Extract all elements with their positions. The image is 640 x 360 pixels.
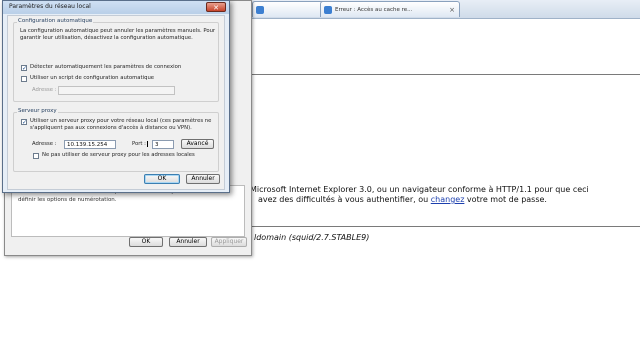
- page-text-line-2: avez des difficultés à vous authentifier…: [258, 195, 547, 204]
- use-proxy-label[interactable]: Utiliser un serveur proxy pour votre rés…: [30, 118, 211, 125]
- page-text: votre mot de passe.: [464, 195, 547, 204]
- use-proxy-checkbox[interactable]: ✓: [21, 119, 28, 126]
- proxy-port-input[interactable]: [152, 140, 174, 149]
- script-address-label: Adresse :: [32, 87, 57, 93]
- proxy-address-label: Adresse :: [32, 141, 57, 147]
- divider: [250, 74, 640, 75]
- browser-tab-strip: Erreur : Accès au cache re... ×: [250, 0, 640, 19]
- text-cursor: [147, 141, 148, 147]
- proxy-address-input[interactable]: [64, 140, 116, 149]
- page-icon: [324, 6, 332, 14]
- page-icon: [256, 6, 264, 14]
- auto-script-checkbox[interactable]: [21, 76, 27, 82]
- divider: [250, 226, 640, 227]
- cancel-button[interactable]: Annuler: [186, 174, 220, 184]
- apply-button[interactable]: Appliquer: [211, 237, 247, 247]
- page-text-line-1: Microsoft Internet Explorer 3.0, ou un n…: [250, 185, 589, 194]
- bypass-local-label[interactable]: Ne pas utiliser de serveur proxy pour le…: [42, 152, 195, 159]
- check-icon: ✓: [22, 65, 28, 72]
- close-tab-icon[interactable]: ×: [449, 2, 455, 17]
- dialog-body: Configuration automatique La configurati…: [7, 15, 225, 190]
- group-title: Serveur proxy: [17, 108, 58, 114]
- auto-config-description: La configuration automatique peut annule…: [20, 28, 216, 34]
- check-icon: ✓: [22, 119, 28, 126]
- group-title: Configuration automatique: [17, 18, 94, 24]
- server-signature: ldomain (squid/2.7.STABLE9): [254, 233, 370, 242]
- close-icon[interactable]: ✕: [206, 2, 226, 12]
- detect-settings-checkbox[interactable]: ✓: [21, 65, 28, 72]
- proxy-port-label: Port :: [132, 141, 146, 147]
- bypass-local-checkbox[interactable]: [33, 153, 39, 159]
- browser-tab-label: Erreur : Accès au cache re...: [335, 7, 413, 13]
- change-password-link[interactable]: changez: [431, 195, 465, 204]
- dialog-title: Paramètres du réseau local: [9, 3, 91, 10]
- auto-script-label[interactable]: Utiliser un script de configuration auto…: [30, 75, 154, 82]
- use-proxy-label: s'appliquent pas aux connexions d'accès …: [30, 125, 192, 131]
- cancel-button[interactable]: Annuler: [169, 237, 207, 247]
- panel-text: définir les options de numérotation.: [18, 197, 117, 203]
- browser-tab-2[interactable]: Erreur : Accès au cache re... ×: [320, 1, 460, 17]
- page-text: avez des difficultés à vous authentifier…: [258, 195, 431, 204]
- advanced-button[interactable]: Avancé: [181, 139, 214, 149]
- ok-button[interactable]: OK: [129, 237, 163, 247]
- ok-button[interactable]: OK: [144, 174, 180, 184]
- detect-settings-label[interactable]: Détecter automatiquement les paramètres …: [30, 64, 181, 71]
- script-address-input[interactable]: [58, 86, 175, 95]
- dialog-title-bar[interactable]: Paramètres du réseau local ✕: [3, 1, 229, 14]
- auto-config-description: garantir leur utilisation, désactivez la…: [20, 35, 193, 41]
- lan-settings-dialog: Paramètres du réseau local ✕ Configurati…: [2, 0, 230, 193]
